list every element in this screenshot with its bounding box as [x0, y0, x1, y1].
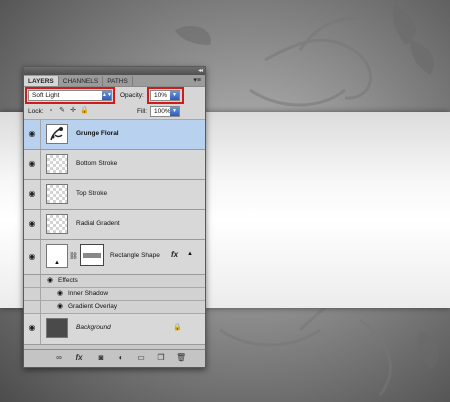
visibility-column	[24, 275, 41, 287]
eye-icon[interactable]: ◉	[57, 289, 63, 297]
adjustment-layer-icon[interactable]: ◐	[116, 353, 126, 362]
eye-icon[interactable]: ◉	[27, 219, 37, 229]
lock-all-icon[interactable]: 🔒	[80, 107, 89, 115]
fx-icon[interactable]: fx	[171, 250, 178, 259]
effect-name: Gradient Overlay	[68, 303, 118, 310]
visibility-column: ◉	[24, 180, 41, 209]
layer-row-bottom-stroke[interactable]: ◉ Bottom Stroke	[24, 150, 205, 180]
visibility-column: ◉	[24, 240, 41, 274]
visibility-column: ◉	[24, 210, 41, 239]
effects-header-row[interactable]: ◉ Effects	[24, 275, 205, 288]
fill-value: 100%	[154, 108, 171, 115]
eye-icon[interactable]: ◉	[27, 323, 37, 333]
tab-layers[interactable]: LAYERS	[24, 76, 59, 86]
floral-thumb-icon	[50, 127, 63, 141]
link-layers-icon[interactable]: ∞	[54, 353, 64, 362]
panel-tabs: LAYERS CHANNELS PATHS ▾≡	[24, 75, 205, 87]
fx-icon[interactable]: fx	[74, 353, 84, 362]
lock-transparent-icon[interactable]: ▫	[47, 107, 55, 115]
layer-name: Background	[76, 324, 111, 331]
opacity-highlight	[147, 87, 184, 104]
layer-name: Rectangle Shape	[110, 252, 160, 259]
blend-opacity-row: Soft Light ▲▼ Opacity: 10% ▼	[24, 87, 205, 104]
layer-name: Bottom Stroke	[76, 160, 118, 167]
layer-thumbnail	[46, 154, 68, 174]
tab-paths[interactable]: PATHS	[103, 76, 133, 86]
layer-name: Radial Gradent	[76, 220, 120, 227]
vector-mask-thumbnail[interactable]	[80, 244, 104, 266]
effect-name: Inner Shadow	[68, 290, 109, 297]
link-icon[interactable]: ⛓	[69, 252, 78, 260]
eye-icon[interactable]: ◉	[27, 252, 37, 262]
new-group-icon[interactable]: ▭	[136, 353, 146, 362]
chevron-up-icon[interactable]: ▲	[187, 251, 193, 257]
layer-thumbnail: ▲	[46, 244, 68, 268]
lock-icon: 🔒	[173, 324, 182, 331]
visibility-column: ◉	[24, 150, 41, 179]
layer-row-rectangle-shape[interactable]: ◉ ▲ ⛓ Rectangle Shape fx ▲	[24, 240, 205, 275]
panel-bottom-bar: ∞ fx ◙ ◐ ▭ ❐ 🗑	[24, 349, 205, 367]
fill-label: Fill:	[137, 108, 148, 115]
lock-move-icon[interactable]: ✛	[69, 107, 77, 115]
effects-label: Effects	[58, 277, 78, 284]
lock-paint-icon[interactable]: ✎	[58, 107, 66, 115]
layer-thumbnail	[46, 124, 68, 144]
eye-icon[interactable]: ◉	[47, 276, 53, 284]
layer-row-grunge-floral[interactable]: ◉ Grunge Floral	[24, 120, 205, 150]
opacity-label: Opacity:	[120, 92, 144, 99]
visibility-column	[24, 288, 41, 300]
layer-thumbnail	[46, 184, 68, 204]
visibility-column: ◉	[24, 314, 41, 344]
collapse-icon[interactable]: ◂◂	[198, 67, 203, 75]
layer-row-radial-gradent[interactable]: ◉ Radial Gradent	[24, 210, 205, 240]
eye-icon[interactable]: ◉	[57, 302, 63, 310]
blend-mode-highlight	[25, 87, 115, 104]
layer-name: Grunge Floral	[76, 130, 119, 137]
lock-fill-row: Lock: ▫ ✎ ✛ 🔒 Fill: 100% ▼	[24, 104, 205, 120]
shape-marker-icon: ▲	[54, 260, 60, 266]
trash-icon[interactable]: 🗑	[176, 353, 186, 362]
visibility-column	[24, 301, 41, 313]
layer-row-top-stroke[interactable]: ◉ Top Stroke	[24, 180, 205, 210]
eye-icon[interactable]: ◉	[27, 129, 37, 139]
lock-label: Lock:	[28, 108, 44, 115]
eye-icon[interactable]: ◉	[27, 189, 37, 199]
layers-panel: ◂◂ LAYERS CHANNELS PATHS ▾≡ Soft Light ▲…	[23, 66, 206, 368]
panel-titlebar[interactable]: ◂◂	[24, 67, 205, 75]
new-layer-icon[interactable]: ❐	[156, 353, 166, 362]
layer-thumbnail	[46, 214, 68, 234]
chevron-down-icon[interactable]: ▼	[170, 107, 179, 116]
add-mask-icon[interactable]: ◙	[96, 353, 106, 362]
tab-channels[interactable]: CHANNELS	[59, 76, 104, 86]
layer-row-background[interactable]: ◉ Background 🔒	[24, 314, 205, 345]
visibility-column: ◉	[24, 120, 41, 149]
effect-row-inner-shadow[interactable]: ◉ Inner Shadow	[24, 288, 205, 301]
layer-thumbnail	[46, 318, 68, 338]
effect-row-gradient-overlay[interactable]: ◉ Gradient Overlay	[24, 301, 205, 314]
layer-name: Top Stroke	[76, 190, 108, 197]
eye-icon[interactable]: ◉	[27, 159, 37, 169]
layers-list: ◉ Grunge Floral ◉ Bottom Stroke ◉ Top St…	[24, 120, 205, 349]
panel-menu-icon[interactable]: ▾≡	[193, 76, 201, 84]
fill-field[interactable]: 100% ▼	[150, 106, 180, 117]
